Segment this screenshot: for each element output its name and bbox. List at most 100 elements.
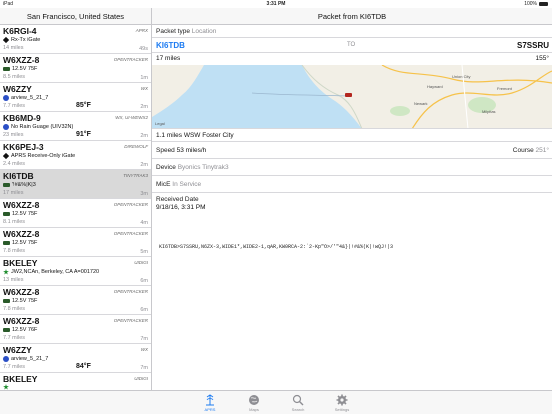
station-temperature: 84°F xyxy=(76,363,91,370)
station-row[interactable]: KI6TDB TINYTRAK3 '!#&%|K|3 17 miles 3m xyxy=(0,170,151,199)
station-comment-line: arview_5_21_7 xyxy=(3,355,148,363)
station-source: OPENTRACKER xyxy=(113,318,148,323)
tab-bar: APRS Maps Search Settings xyxy=(0,390,552,414)
tab-aprs[interactable]: APRS xyxy=(195,394,225,412)
station-distance: 7.8 miles xyxy=(3,306,26,312)
station-age: 2m xyxy=(140,162,148,168)
star-symbol-icon xyxy=(3,269,9,275)
station-age: 6m xyxy=(140,307,148,313)
packet-type-row: Packet type Location xyxy=(152,25,552,38)
station-comment-line: 12.5V 75F xyxy=(3,210,148,218)
circle-symbol-icon xyxy=(3,95,9,101)
station-comment: '!#&%|K|3 xyxy=(12,182,36,188)
station-comment: JW2,NCAn, Berkeley, CA A=001720 xyxy=(11,269,100,275)
device-label: Device xyxy=(156,164,176,171)
station-list[interactable]: K6RGI-4 APRX Rx-Tx iGate 14 miles 49s W6XZZ-8… xyxy=(0,25,151,390)
station-callsign: BKELEY xyxy=(3,258,38,268)
car-symbol-icon xyxy=(3,67,10,71)
station-comment-line: '!#&%|K|3 xyxy=(3,181,148,189)
circle-symbol-icon xyxy=(3,124,9,130)
station-distance: 14 miles xyxy=(3,45,24,51)
speed-label: Speed xyxy=(156,147,175,154)
tab-maps[interactable]: Maps xyxy=(239,394,269,412)
station-distance: 7.7 miles xyxy=(3,335,26,341)
station-source: UIDIGI xyxy=(134,260,148,265)
app-window: iPad 3:31 PM 100% San Francisco, United … xyxy=(0,0,552,414)
station-callsign: W6ZZY xyxy=(3,84,32,94)
station-row[interactable]: KK6PEJ-3 DIREWOLF APRS Receive-Only iGate 2… xyxy=(0,141,151,170)
station-source: WX, UI-WEWX2 xyxy=(115,115,148,120)
station-row[interactable]: W6XZZ-8 OPENTRACKER 12.5V 75F 7.8 miles 5m xyxy=(0,228,151,257)
station-distance: 13 miles xyxy=(3,277,24,283)
station-row[interactable]: W6ZZY WX arview_5_21_7 7.7 miles 2m 85°F xyxy=(0,83,151,112)
station-source: UIDIGI xyxy=(134,376,148,381)
route-row: KI6TDB TO S7SSRU xyxy=(152,38,552,53)
station-temperature: 91°F xyxy=(76,131,91,138)
location-row: 1.1 miles WSW Foster City xyxy=(152,129,552,142)
gear-icon xyxy=(336,394,348,406)
station-comment-line: JW2,NCAn, Berkeley, CA A=001720 xyxy=(3,268,148,276)
station-source: WX xyxy=(140,347,148,352)
course-value: 251° xyxy=(535,147,549,154)
station-age: 7m xyxy=(140,336,148,342)
station-comment: 12.5V 76F xyxy=(12,327,38,333)
station-comment: arview_5_21_7 xyxy=(11,95,49,101)
map-legal-link[interactable]: Legal xyxy=(155,121,165,126)
received-value: 9/18/16, 3:31 PM xyxy=(156,204,206,211)
diamond-symbol-icon xyxy=(3,36,10,44)
speed-row: Speed 53 miles/h Course 251° xyxy=(152,142,552,159)
station-row[interactable]: W6XZZ-8 OPENTRACKER 12.5V 75F 7.8 miles 6m xyxy=(0,286,151,315)
station-row[interactable]: W6XZZ-8 OPENTRACKER 12.5V 75F 8.5 miles 1m xyxy=(0,54,151,83)
station-row[interactable]: W6XZZ-8 OPENTRACKER 12.5V 76F 7.7 miles 7m xyxy=(0,315,151,344)
station-callsign: BKELEY xyxy=(3,374,38,384)
car-symbol-icon xyxy=(3,241,10,245)
tab-settings-label: Settings xyxy=(334,407,350,412)
tab-search[interactable]: Search xyxy=(283,394,313,412)
station-callsign: W6ZZY xyxy=(3,345,32,355)
car-symbol-icon xyxy=(3,183,10,187)
station-comment-line: No Rain Guage (UIV32N) xyxy=(3,123,148,131)
status-bar: iPad 3:31 PM 100% xyxy=(0,0,552,8)
station-row[interactable]: K6RGI-4 APRX Rx-Tx iGate 14 miles 49s xyxy=(0,25,151,54)
station-source: DIREWOLF xyxy=(124,144,148,149)
station-row[interactable]: BKELEY UIDIGI xyxy=(0,373,151,390)
station-distance: 7.8 miles xyxy=(3,248,26,254)
globe-icon xyxy=(249,395,259,405)
station-age: 2m xyxy=(140,133,148,139)
from-callsign[interactable]: KI6TDB xyxy=(156,41,185,50)
tab-search-label: Search xyxy=(291,407,305,412)
distance-row: 17 miles 155° xyxy=(152,53,552,65)
station-age: 5m xyxy=(140,249,148,255)
aprs-icon xyxy=(206,394,214,406)
station-source: OPENTRACKER xyxy=(113,231,148,236)
packet-type-value: Location xyxy=(191,28,217,35)
received-label: Received Date xyxy=(156,196,199,203)
station-comment: 12.5V 75F xyxy=(12,66,38,72)
station-source: OPENTRACKER xyxy=(113,57,148,62)
car-symbol-icon xyxy=(3,299,10,303)
packet-type-label: Packet type xyxy=(156,28,190,35)
battery-icon xyxy=(539,2,548,6)
station-temperature: 85°F xyxy=(76,102,91,109)
station-row[interactable]: W6XZZ-8 OPENTRACKER 12.5V 75F 8.1 miles 4m xyxy=(0,199,151,228)
raw-packet-text: KI6TDB>S7SSRU,N6ZX-3,WIDE1*,WIDE2-1,qAR,… xyxy=(159,244,394,250)
station-row[interactable]: W6ZZY WX arview_5_21_7 7.7 miles 7m 84°F xyxy=(0,344,151,373)
device-value: Byonics Tinytrak3 xyxy=(177,164,229,171)
station-age: 4m xyxy=(140,220,148,226)
course-group: Course 251° xyxy=(513,142,549,159)
station-row[interactable]: KB6MD-9 WX, UI-WEWX2 No Rain Guage (UIV32N… xyxy=(0,112,151,141)
station-comment-line: arview_5_21_7 xyxy=(3,94,148,102)
to-callsign: S7SSRU xyxy=(516,41,549,50)
station-age: 2m xyxy=(140,104,148,110)
received-row: Received Date 9/18/16, 3:31 PM xyxy=(152,193,552,215)
status-time: 3:31 PM xyxy=(266,1,286,7)
car-symbol-icon xyxy=(3,212,10,216)
tab-settings[interactable]: Settings xyxy=(327,394,357,412)
packet-detail-pane: Packet from KI6TDB Packet type Location … xyxy=(152,8,552,390)
station-source: WX xyxy=(140,86,148,91)
location-map[interactable]: Hayward Union City Fremont Newark Milpit… xyxy=(152,65,552,129)
svg-text:Newark: Newark xyxy=(414,101,428,106)
search-icon xyxy=(292,394,304,406)
station-row[interactable]: BKELEY UIDIGI JW2,NCAn, Berkeley, CA A=001… xyxy=(0,257,151,286)
station-distance: 17 miles xyxy=(3,190,24,196)
